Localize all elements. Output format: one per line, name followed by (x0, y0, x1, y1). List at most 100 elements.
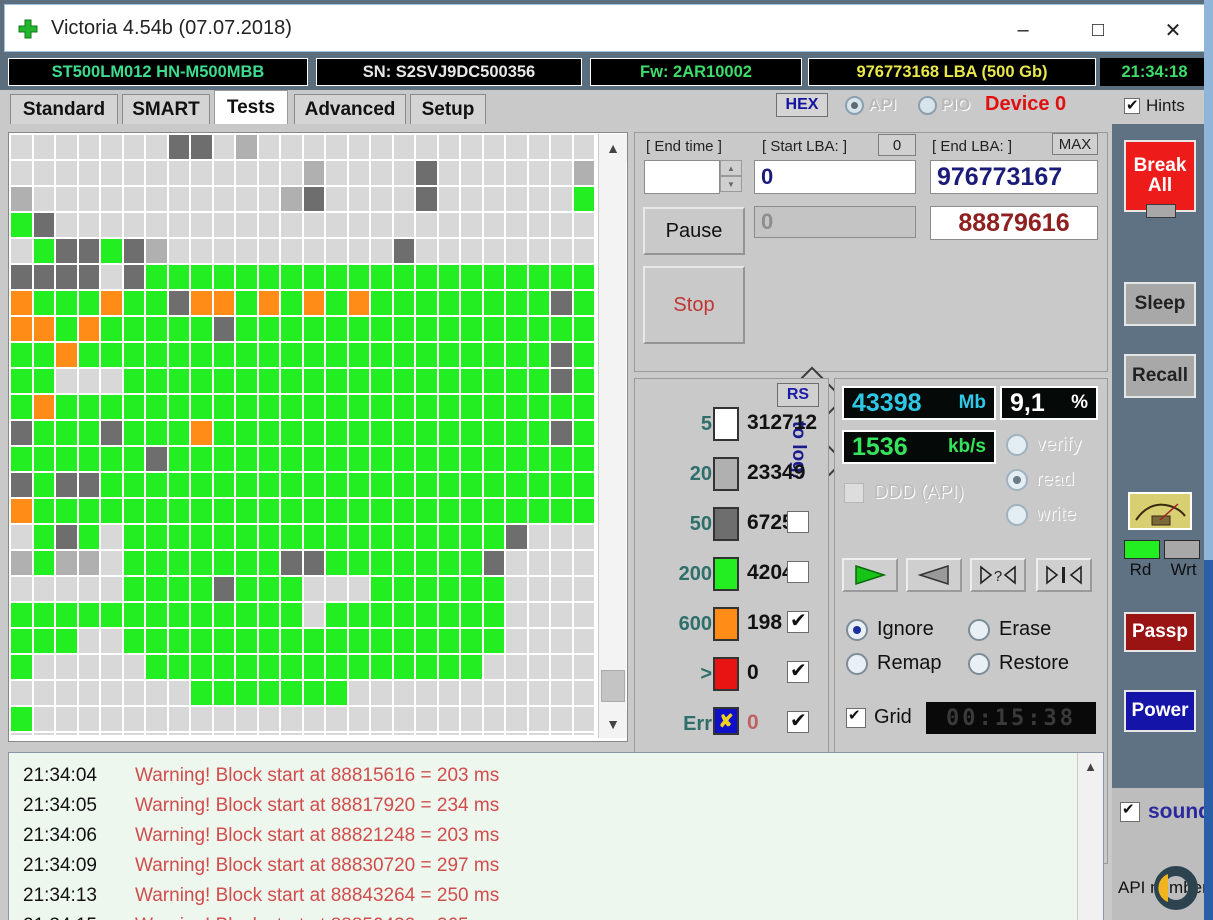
legend-swatch (713, 557, 739, 591)
legend-log-checkbox[interactable] (787, 511, 809, 533)
ddd-api-toggle[interactable]: DDD (API) (844, 482, 964, 504)
hints-checkbox[interactable] (1124, 98, 1140, 114)
scroll-up-icon[interactable]: ▲ (599, 134, 627, 162)
minimize-button[interactable]: – (993, 9, 1053, 51)
sound-checkbox[interactable] (1120, 802, 1140, 822)
sound-toggle[interactable]: sound (1120, 800, 1211, 824)
pause-button[interactable]: Pause (643, 207, 745, 255)
passport-button[interactable]: Passp (1124, 612, 1196, 652)
spinner-up-icon[interactable]: ▲ (720, 160, 742, 176)
start-forward-button[interactable] (842, 558, 898, 592)
block-cell (56, 603, 77, 627)
block-map-grid[interactable] (11, 135, 594, 735)
block-cell (11, 395, 32, 419)
mode-write[interactable]: write (1006, 504, 1076, 526)
log-entry-message: Warning! Block start at 88821248 = 203 m… (135, 825, 499, 847)
block-cell (371, 473, 392, 497)
action-remap[interactable]: Remap (846, 652, 941, 675)
block-cell (34, 525, 55, 549)
recall-button[interactable]: Recall (1124, 354, 1196, 398)
block-cell (236, 395, 257, 419)
stop-button[interactable]: Stop (643, 266, 745, 344)
block-cell (214, 239, 235, 263)
legend-log-checkbox[interactable] (787, 711, 809, 733)
mode-read[interactable]: read (1006, 469, 1074, 491)
block-cell (416, 603, 437, 627)
block-cell (101, 239, 122, 263)
end-time-spinner[interactable]: ▲ ▼ (720, 160, 742, 194)
legend-log-checkbox[interactable] (787, 611, 809, 633)
tab-setup[interactable]: Setup (410, 94, 486, 124)
legend-log-checkbox[interactable] (787, 561, 809, 583)
block-cell (11, 265, 32, 289)
start-lba-zero-button[interactable]: 0 (878, 134, 916, 156)
hints-toggle[interactable]: Hints (1124, 96, 1185, 116)
block-cell (259, 707, 280, 731)
tab-tests[interactable]: Tests (214, 90, 288, 124)
block-cell (56, 629, 77, 653)
radio-pio[interactable]: PIO (918, 95, 970, 115)
window-titlebar: Victoria 4.54b (07.07.2018) – □ ✕ (4, 4, 1209, 52)
grid-checkbox[interactable] (846, 708, 866, 728)
block-cell (281, 317, 302, 341)
block-cell (214, 265, 235, 289)
block-cell (439, 161, 460, 185)
block-cell (484, 343, 505, 367)
action-restore[interactable]: Restore (968, 652, 1069, 675)
block-cell (349, 213, 370, 237)
block-cell (326, 499, 347, 523)
block-cell (101, 603, 122, 627)
radio-api[interactable]: API (845, 95, 896, 115)
sleep-button[interactable]: Sleep (1124, 282, 1196, 326)
block-cell (349, 135, 370, 159)
block-cell (304, 291, 325, 315)
rs-button[interactable]: RS (777, 383, 819, 407)
random-test-button[interactable]: ? (970, 558, 1026, 592)
block-cell (349, 187, 370, 211)
ddd-api-label: DDD (API) (874, 482, 964, 504)
block-cell (349, 447, 370, 471)
tab-advanced[interactable]: Advanced (294, 94, 406, 124)
end-time-input[interactable] (644, 160, 720, 194)
end-lba-max-button[interactable]: MAX (1052, 133, 1098, 155)
scroll-down-icon[interactable]: ▼ (599, 710, 627, 738)
start-backward-button[interactable] (906, 558, 962, 592)
block-map-scrollbar[interactable]: ▲ ▼ (598, 134, 626, 738)
block-cell (169, 707, 190, 731)
end-lba-input[interactable]: 976773167 (930, 160, 1098, 194)
mode-verify[interactable]: verify (1006, 434, 1081, 456)
maximize-button[interactable]: □ (1068, 9, 1128, 51)
block-cell (416, 265, 437, 289)
action-erase[interactable]: Erase (968, 618, 1051, 641)
spinner-down-icon[interactable]: ▼ (720, 176, 742, 192)
grid-toggle[interactable]: Grid (846, 706, 912, 729)
tab-standard[interactable]: Standard (10, 94, 118, 124)
action-ignore[interactable]: Ignore (846, 618, 934, 641)
block-cell (484, 213, 505, 237)
break-all-button[interactable]: Break All (1124, 140, 1196, 212)
log-scroll-up-icon[interactable]: ▲ (1078, 753, 1103, 779)
legend-log-checkbox[interactable] (787, 661, 809, 683)
block-cell (439, 473, 460, 497)
block-cell (304, 239, 325, 263)
close-button[interactable]: ✕ (1143, 9, 1203, 51)
log-entry-time: 21:34:15 (23, 915, 135, 920)
hex-button[interactable]: HEX (776, 93, 828, 117)
block-cell (574, 291, 595, 315)
block-cell (326, 421, 347, 445)
ddd-api-checkbox[interactable] (844, 483, 864, 503)
butterfly-test-button[interactable] (1036, 558, 1092, 592)
start-lba-input[interactable]: 0 (754, 160, 916, 194)
log-scrollbar[interactable]: ▲ ▼ (1077, 753, 1103, 920)
block-cell (461, 213, 482, 237)
log-entry-message: Warning! Block start at 88815616 = 203 m… (135, 765, 499, 787)
scrollbar-thumb[interactable] (601, 670, 625, 702)
block-cell (394, 187, 415, 211)
tab-smart[interactable]: SMART (122, 94, 210, 124)
block-cell (506, 447, 527, 471)
block-cell (304, 525, 325, 549)
power-button[interactable]: Power (1124, 690, 1196, 732)
legend-count: 312712 (747, 411, 817, 435)
block-cell (101, 395, 122, 419)
block-cell (259, 369, 280, 393)
